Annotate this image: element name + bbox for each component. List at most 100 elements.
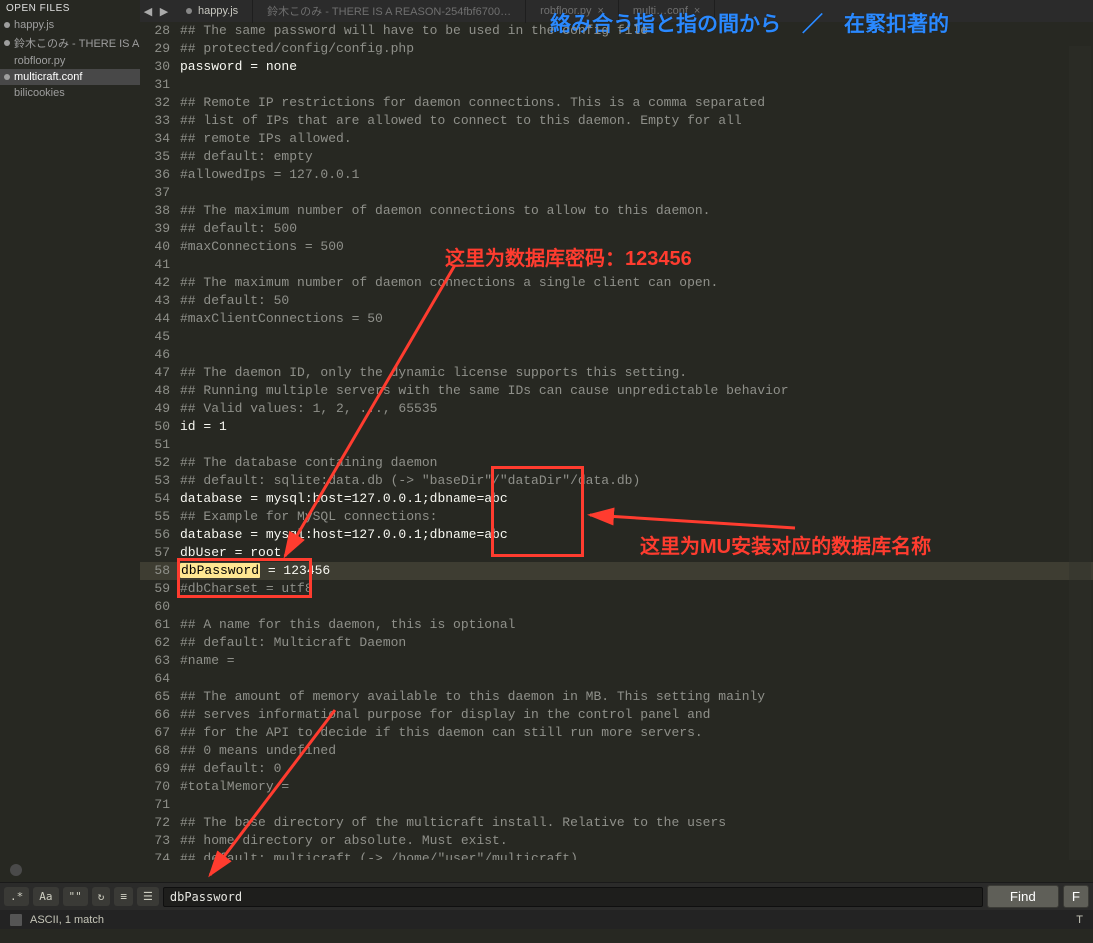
code-line[interactable]: 31: [140, 76, 1093, 94]
find-toggle-regex[interactable]: .*: [4, 887, 29, 906]
tab-label: robfloor.py: [540, 5, 591, 17]
sidebar-item-4[interactable]: bilicookies: [0, 85, 140, 101]
code-line[interactable]: 62## default: Multicraft Daemon: [140, 634, 1093, 652]
line-number: 31: [140, 76, 180, 94]
code-line[interactable]: 68## 0 means undefined: [140, 742, 1093, 760]
code-line[interactable]: 59#dbCharset = utf8: [140, 580, 1093, 598]
sidebar-item-3[interactable]: multicraft.conf: [0, 69, 140, 85]
dirty-dot-icon: [4, 74, 10, 80]
code-line[interactable]: 38## The maximum number of daemon connec…: [140, 202, 1093, 220]
code-line[interactable]: 41: [140, 256, 1093, 274]
code-text: [180, 346, 1093, 364]
find-toggle-sel[interactable]: ≡: [114, 887, 133, 906]
line-number: 74: [140, 850, 180, 860]
find-toggle-wrap[interactable]: ↻: [92, 887, 111, 906]
tab-nav-prev[interactable]: ◀: [140, 0, 156, 22]
line-number: 68: [140, 742, 180, 760]
code-line[interactable]: 69## default: 0: [140, 760, 1093, 778]
code-line[interactable]: 66## serves informational purpose for di…: [140, 706, 1093, 724]
code-line[interactable]: 71: [140, 796, 1093, 814]
code-line[interactable]: 56database = mysql:host=127.0.0.1;dbname…: [140, 526, 1093, 544]
code-line[interactable]: 42## The maximum number of daemon connec…: [140, 274, 1093, 292]
dirty-dot-icon: [4, 22, 10, 28]
code-line[interactable]: 29## protected/config/config.php: [140, 40, 1093, 58]
code-line[interactable]: 61## A name for this daemon, this is opt…: [140, 616, 1093, 634]
code-text: [180, 670, 1093, 688]
code-line[interactable]: 57dbUser = root: [140, 544, 1093, 562]
find-toggle-case[interactable]: Aa: [33, 887, 58, 906]
code-line[interactable]: 67## for the API to decide if this daemo…: [140, 724, 1093, 742]
close-icon[interactable]: ×: [694, 5, 700, 17]
tab-1[interactable]: 鈴木このみ - THERE IS A REASON-254fbf6700…: [253, 0, 526, 23]
tab-nav-next[interactable]: ▶: [156, 0, 172, 22]
code-line[interactable]: 50id = 1: [140, 418, 1093, 436]
code-text: ## The database containing daemon: [180, 454, 1093, 472]
code-text: ## The maximum number of daemon connecti…: [180, 274, 1093, 292]
code-text: database = mysql:host=127.0.0.1;dbname=a…: [180, 490, 1093, 508]
code-line[interactable]: 70#totalMemory =: [140, 778, 1093, 796]
tab-2[interactable]: robfloor.py ×: [526, 0, 619, 23]
find-toggle-hl[interactable]: ☰: [137, 887, 159, 906]
code-line[interactable]: 64: [140, 670, 1093, 688]
code-line[interactable]: 51: [140, 436, 1093, 454]
sidebar-item-label: multicraft.conf: [14, 71, 82, 83]
code-line[interactable]: 58dbPassword = 123456: [140, 562, 1093, 580]
code-text: ## remote IPs allowed.: [180, 130, 1093, 148]
find-toggle-word[interactable]: "": [63, 887, 88, 906]
code-line[interactable]: 65## The amount of memory available to t…: [140, 688, 1093, 706]
code-editor[interactable]: 28## The same password will have to be u…: [140, 22, 1093, 860]
code-line[interactable]: 46: [140, 346, 1093, 364]
code-text: #maxClientConnections = 50: [180, 310, 1093, 328]
line-number: 33: [140, 112, 180, 130]
find-button[interactable]: Find: [987, 885, 1059, 908]
code-text: ## Example for MySQL connections:: [180, 508, 1093, 526]
code-line[interactable]: 74## default: multicraft (-> /home/"user…: [140, 850, 1093, 860]
code-line[interactable]: 49## Valid values: 1, 2, ..., 65535: [140, 400, 1093, 418]
code-text: [180, 184, 1093, 202]
code-line[interactable]: 28## The same password will have to be u…: [140, 22, 1093, 40]
find-input[interactable]: [163, 887, 983, 907]
code-line[interactable]: 30password = none: [140, 58, 1093, 76]
line-number: 34: [140, 130, 180, 148]
code-line[interactable]: 40#maxConnections = 500: [140, 238, 1093, 256]
code-line[interactable]: 63#name =: [140, 652, 1093, 670]
close-icon[interactable]: ×: [597, 5, 603, 17]
code-line[interactable]: 35## default: empty: [140, 148, 1093, 166]
sidebar-item-2[interactable]: robfloor.py: [0, 53, 140, 69]
code-line[interactable]: 36#allowedIps = 127.0.0.1: [140, 166, 1093, 184]
sidebar-item-1[interactable]: 鈴木このみ - THERE IS A: [0, 33, 140, 53]
line-number: 47: [140, 364, 180, 382]
code-line[interactable]: 32## Remote IP restrictions for daemon c…: [140, 94, 1093, 112]
line-number: 30: [140, 58, 180, 76]
line-number: 45: [140, 328, 180, 346]
code-line[interactable]: 60: [140, 598, 1093, 616]
code-line[interactable]: 47## The daemon ID, only the dynamic lic…: [140, 364, 1093, 382]
sidebar-item-label: happy.js: [14, 19, 54, 31]
status-right: T: [1076, 914, 1083, 926]
code-line[interactable]: 48## Running multiple servers with the s…: [140, 382, 1093, 400]
console-icon[interactable]: [10, 914, 22, 926]
code-line[interactable]: 53## default: sqlite:data.db (-> "baseDi…: [140, 472, 1093, 490]
line-number: 54: [140, 490, 180, 508]
line-number: 28: [140, 22, 180, 40]
code-line[interactable]: 33## list of IPs that are allowed to con…: [140, 112, 1093, 130]
code-line[interactable]: 39## default: 500: [140, 220, 1093, 238]
minimap[interactable]: [1069, 46, 1091, 860]
tab-3[interactable]: multi…conf×: [619, 0, 715, 23]
code-line[interactable]: 55## Example for MySQL connections:: [140, 508, 1093, 526]
code-line[interactable]: 44#maxClientConnections = 50: [140, 310, 1093, 328]
code-text: ## Remote IP restrictions for daemon con…: [180, 94, 1093, 112]
code-line[interactable]: 72## The base directory of the multicraf…: [140, 814, 1093, 832]
code-line[interactable]: 34## remote IPs allowed.: [140, 130, 1093, 148]
tab-0[interactable]: happy.js: [172, 0, 253, 23]
line-number: 70: [140, 778, 180, 796]
code-line[interactable]: 37: [140, 184, 1093, 202]
code-text: ## default: empty: [180, 148, 1093, 166]
code-line[interactable]: 43## default: 50: [140, 292, 1093, 310]
code-line[interactable]: 73## home directory or absolute. Must ex…: [140, 832, 1093, 850]
sidebar-item-0[interactable]: happy.js: [0, 17, 140, 33]
code-line[interactable]: 54database = mysql:host=127.0.0.1;dbname…: [140, 490, 1093, 508]
code-line[interactable]: 45: [140, 328, 1093, 346]
code-line[interactable]: 52## The database containing daemon: [140, 454, 1093, 472]
find-prev-button[interactable]: F: [1063, 885, 1089, 908]
